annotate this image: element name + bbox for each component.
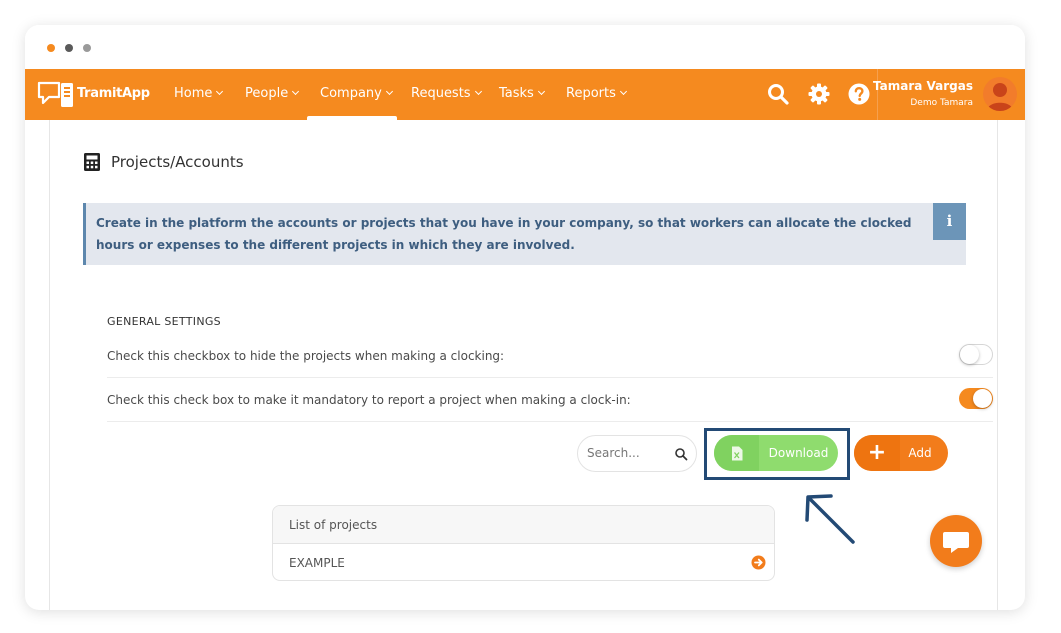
- hide-projects-toggle[interactable]: [959, 344, 993, 365]
- arrow-right-circle-icon[interactable]: [751, 555, 766, 570]
- window-close-dot[interactable]: [47, 44, 55, 52]
- chat-button[interactable]: [930, 515, 982, 567]
- setting-label: Check this checkbox to hide the projects…: [107, 349, 505, 363]
- logo-icon: [37, 81, 73, 107]
- calculator-icon: [84, 153, 100, 171]
- excel-file-icon: [732, 446, 743, 461]
- nav-tasks[interactable]: Tasks: [499, 86, 545, 101]
- info-banner-text: Create in the platform the accounts or p…: [96, 216, 912, 252]
- projects-list-header: List of projects: [273, 506, 774, 544]
- navbar-separator: [877, 69, 878, 120]
- chevron-down-icon: [537, 87, 545, 96]
- nav-people-label: People: [245, 86, 289, 101]
- projects-list-title: List of projects: [289, 518, 378, 532]
- help-icon[interactable]: [847, 82, 871, 106]
- search-icon[interactable]: [766, 82, 790, 106]
- window-titlebar: [25, 25, 1025, 69]
- setting-row-mandatory-project: Check this check box to make it mandator…: [107, 379, 993, 422]
- nav-people[interactable]: People: [245, 86, 300, 101]
- search-icon[interactable]: [674, 447, 688, 461]
- pointer-arrow-icon: [805, 494, 855, 544]
- plus-icon: +: [854, 435, 900, 471]
- mandatory-project-toggle[interactable]: [959, 388, 993, 409]
- chevron-down-icon: [385, 87, 393, 96]
- nav-company-label: Company: [320, 86, 382, 101]
- avatar[interactable]: [983, 77, 1017, 111]
- user-avatar-icon: [987, 83, 1013, 111]
- user-company: Demo Tamara: [910, 98, 973, 108]
- nav-company[interactable]: Company: [320, 86, 393, 101]
- gear-icon[interactable]: [807, 82, 831, 106]
- info-banner: Create in the platform the accounts or p…: [83, 203, 966, 265]
- list-item[interactable]: EXAMPLE: [273, 544, 774, 580]
- nav-tasks-label: Tasks: [499, 86, 534, 101]
- nav-requests[interactable]: Requests: [411, 86, 482, 101]
- info-icon[interactable]: i: [933, 203, 966, 240]
- window-minimize-dot[interactable]: [65, 44, 73, 52]
- logo-text: TramitApp: [77, 86, 150, 101]
- browser-window: TramitApp Home People Company Requests T…: [25, 25, 1025, 610]
- add-button[interactable]: + Add: [854, 435, 948, 471]
- app-logo[interactable]: TramitApp: [37, 77, 157, 111]
- section-title-general-settings: GENERAL SETTINGS: [107, 315, 221, 328]
- chevron-down-icon: [216, 87, 224, 96]
- window-maximize-dot[interactable]: [83, 44, 91, 52]
- download-icon-segment: [714, 435, 759, 471]
- top-navbar: TramitApp Home People Company Requests T…: [25, 69, 1025, 120]
- nav-reports[interactable]: Reports: [566, 86, 627, 101]
- nav-reports-label: Reports: [566, 86, 616, 101]
- page-title: Projects/Accounts: [111, 153, 244, 171]
- search-field[interactable]: [577, 435, 697, 472]
- toggle-knob: [973, 389, 992, 408]
- setting-row-hide-projects: Check this checkbox to hide the projects…: [107, 335, 993, 378]
- toggle-knob: [960, 345, 979, 364]
- chevron-down-icon: [619, 87, 627, 96]
- chat-bubble-icon: [943, 532, 969, 553]
- chevron-down-icon: [292, 87, 300, 96]
- user-name[interactable]: Tamara Vargas: [873, 79, 973, 93]
- nav-requests-label: Requests: [411, 86, 471, 101]
- search-input[interactable]: [587, 446, 667, 460]
- download-button-label: Download: [768, 446, 829, 460]
- project-name: EXAMPLE: [289, 556, 345, 570]
- download-button[interactable]: Download: [714, 435, 838, 471]
- nav-home[interactable]: Home: [174, 86, 224, 101]
- chevron-down-icon: [474, 87, 482, 96]
- nav-home-label: Home: [174, 86, 213, 101]
- add-button-label: Add: [908, 446, 932, 460]
- projects-list: List of projects EXAMPLE: [272, 505, 775, 581]
- setting-label: Check this check box to make it mandator…: [107, 393, 631, 407]
